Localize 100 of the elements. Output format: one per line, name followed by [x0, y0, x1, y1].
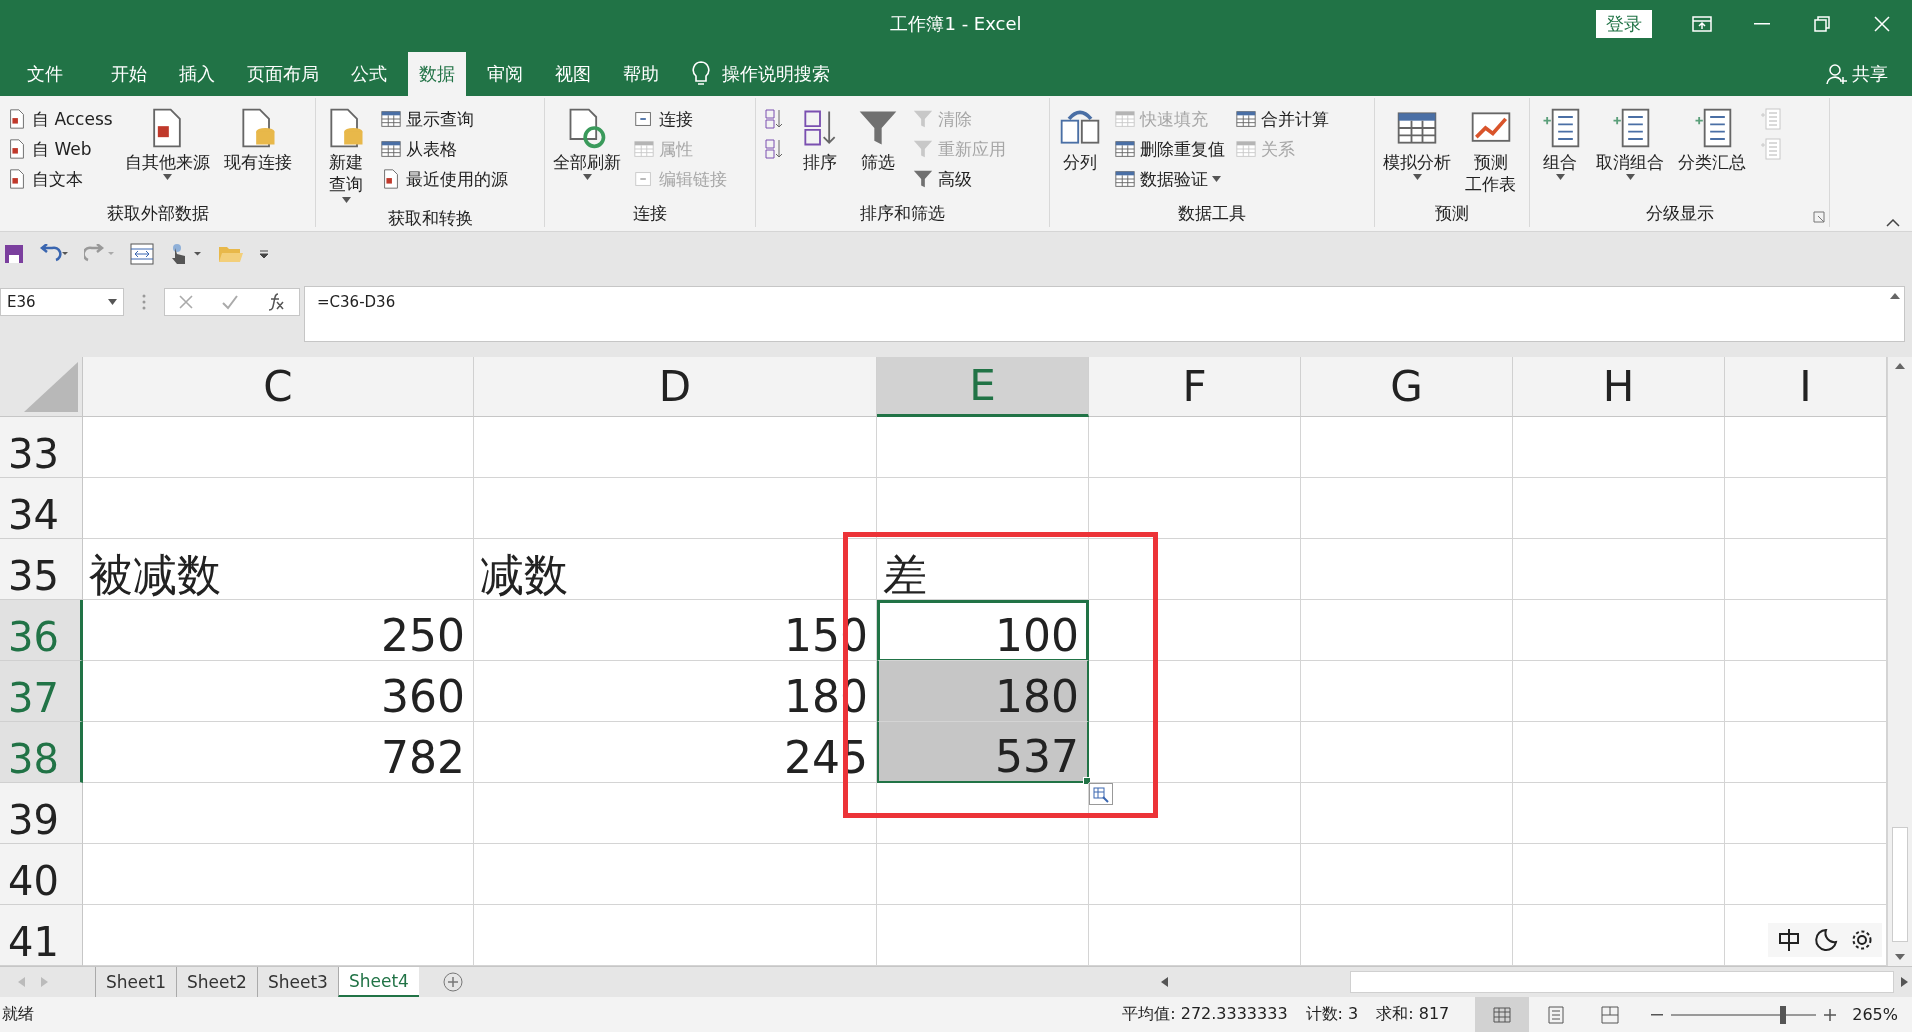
save-icon[interactable]: [4, 243, 24, 264]
row-header[interactable]: 40: [0, 844, 83, 905]
ribbon-button[interactable]: 取消组合: [1594, 102, 1666, 202]
close-icon[interactable]: [1874, 16, 1890, 32]
moon-icon[interactable]: [1814, 928, 1838, 952]
column-header[interactable]: C: [83, 357, 474, 417]
ribbon-button[interactable]: 自 Web: [6, 136, 113, 162]
ribbon-button[interactable]: 新建 查询: [322, 102, 370, 207]
outline-icon: [1758, 137, 1782, 161]
sign-in-button[interactable]: 登录: [1596, 10, 1652, 38]
ribbon-tab[interactable]: 文件: [16, 52, 74, 96]
table-icon: [380, 108, 402, 130]
collapse-ribbon-icon[interactable]: [1886, 219, 1900, 227]
ribbon-button[interactable]: 最近使用的源: [380, 166, 508, 192]
window-title: 工作簿1 - Excel: [890, 13, 1022, 34]
ribbon-button[interactable]: 排序: [796, 102, 844, 202]
table-cell: 被减数: [83, 539, 474, 600]
ribbon-display-icon[interactable]: [1692, 16, 1712, 32]
row-header[interactable]: 33: [0, 417, 83, 478]
name-box[interactable]: E36: [0, 288, 124, 316]
ribbon-button[interactable]: 分类汇总: [1676, 102, 1748, 202]
gear-icon[interactable]: [1850, 928, 1874, 952]
page-break-icon: [1601, 1005, 1620, 1024]
dialog-launcher-icon[interactable]: [1813, 211, 1825, 223]
filter-icon: [912, 138, 934, 160]
ribbon-tab[interactable]: 数据: [408, 52, 466, 96]
ribbon-button[interactable]: 合并计算: [1235, 106, 1329, 132]
scroll-up-icon[interactable]: [1895, 363, 1905, 369]
status-stat: 计数: 3: [1305, 1004, 1359, 1025]
ribbon-button[interactable]: 连接: [633, 106, 727, 132]
ribbon-button[interactable]: 自文本: [6, 166, 113, 192]
scroll-thumb[interactable]: [1892, 827, 1908, 942]
row-header[interactable]: 39: [0, 783, 83, 844]
row-header[interactable]: 34: [0, 478, 83, 539]
ribbon-button[interactable]: 模拟分析: [1381, 102, 1453, 202]
row-header[interactable]: 36: [0, 600, 83, 661]
column-header[interactable]: F: [1089, 357, 1301, 417]
table-width-icon[interactable]: [130, 242, 154, 265]
status-mode: 就绪: [2, 1004, 34, 1025]
ribbon-button[interactable]: 显示查询: [380, 106, 508, 132]
column-header[interactable]: G: [1301, 357, 1513, 417]
column-header[interactable]: D: [474, 357, 877, 417]
ribbon-button[interactable]: 从表格: [380, 136, 508, 162]
formula-field[interactable]: =C36-D36: [317, 293, 396, 311]
collapse-formula-icon[interactable]: [1890, 293, 1900, 299]
ribbon-button[interactable]: 分列: [1056, 102, 1104, 202]
scroll-right-icon[interactable]: [1901, 977, 1908, 987]
quick-analysis-icon[interactable]: [1089, 783, 1113, 805]
column-header[interactable]: E: [877, 357, 1089, 417]
ribbon-tab[interactable]: 插入: [168, 52, 226, 96]
lightbulb-icon[interactable]: [692, 61, 710, 87]
ribbon-button[interactable]: 筛选: [854, 102, 902, 202]
ribbon-button[interactable]: 全部刷新: [551, 102, 623, 202]
ribbon-tab[interactable]: 公式: [340, 52, 398, 96]
column-header[interactable]: H: [1513, 357, 1725, 417]
sheet-tab[interactable]: Sheet4: [337, 967, 419, 997]
ribbon-button[interactable]: 自 Access: [6, 106, 113, 132]
ribbon-tab[interactable]: 开始: [100, 52, 158, 96]
table-cell: 782: [83, 722, 474, 783]
ribbon-tab[interactable]: 视图: [544, 52, 602, 96]
ribbon-button[interactable]: 组合: [1536, 102, 1584, 202]
scroll-down-icon[interactable]: [1895, 954, 1905, 960]
table-cell: 100: [877, 600, 1089, 661]
zoom-thumb[interactable]: [1779, 1005, 1786, 1024]
input-method-icon[interactable]: [1776, 927, 1802, 953]
group-label: 数据工具: [1178, 203, 1246, 223]
add-sheet-icon[interactable]: [442, 972, 463, 992]
zoom-level[interactable]: 265%: [1852, 1005, 1898, 1024]
column-header[interactable]: I: [1725, 357, 1887, 417]
ribbon-button[interactable]: 高级: [912, 166, 1006, 192]
scroll-thumb[interactable]: [1350, 971, 1894, 993]
ribbon-button[interactable]: 数据验证: [1114, 166, 1225, 192]
restore-icon[interactable]: [1814, 16, 1830, 32]
vertical-scrollbar[interactable]: [1887, 357, 1912, 966]
tell-me-search[interactable]: 操作说明搜索: [722, 62, 830, 86]
scroll-left-icon[interactable]: [1161, 977, 1168, 987]
table-icon: [1114, 108, 1136, 130]
ribbon-button[interactable]: 删除重复值: [1114, 136, 1225, 162]
group-label: 分级显示: [1645, 203, 1714, 223]
table-cell: 360: [83, 661, 474, 722]
ribbon-tab[interactable]: 页面布局: [236, 52, 330, 96]
row-header[interactable]: 38: [0, 722, 83, 783]
table-icon: [1235, 138, 1257, 160]
customize-icon[interactable]: [258, 247, 270, 260]
ribbon-tab[interactable]: 审阅: [476, 52, 534, 96]
row-header[interactable]: 37: [0, 661, 83, 722]
zoom-out-icon[interactable]: [1651, 1013, 1664, 1016]
ribbon-tab[interactable]: 帮助: [612, 52, 670, 96]
row-header[interactable]: 35: [0, 539, 83, 600]
ribbon-button[interactable]: 预测 工作表: [1463, 102, 1518, 202]
row-header[interactable]: 41: [0, 905, 83, 966]
zoom-in-icon[interactable]: [1824, 1008, 1837, 1021]
table-icon: [1235, 108, 1257, 130]
undo-icon[interactable]: [38, 243, 70, 264]
table-icon: [380, 138, 402, 160]
ribbon-button[interactable]: 现有连接: [221, 102, 294, 202]
ribbon-button[interactable]: 自其他来源: [122, 102, 212, 202]
check-icon[interactable]: [221, 294, 239, 310]
page-layout-icon: [1548, 1005, 1565, 1024]
share-button[interactable]: 共享: [1852, 62, 1888, 86]
